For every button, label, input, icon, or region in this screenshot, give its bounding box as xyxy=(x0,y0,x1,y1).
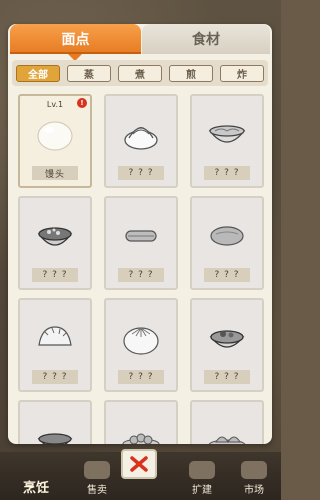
dumpling-icon xyxy=(20,314,90,362)
baozi-icon xyxy=(106,314,176,362)
recipe-card[interactable] xyxy=(18,400,92,444)
filter-steam-button[interactable]: 蒸 xyxy=(67,64,111,82)
filter-boil-label: 煮 xyxy=(135,69,145,81)
sell-nav-label: 售卖 xyxy=(87,485,107,496)
recipe-card[interactable]: ? ? ? xyxy=(104,298,178,392)
tab-ingredients[interactable]: 食材 xyxy=(142,24,270,54)
filter-all-label: 全部 xyxy=(28,69,48,81)
filter-pan-fry-button[interactable]: 煎 xyxy=(169,64,213,82)
recipe-name: ? ? ? xyxy=(204,268,250,282)
recipe-card[interactable]: ? ? ? xyxy=(18,298,92,392)
recipe-card[interactable]: ? ? ? xyxy=(190,94,264,188)
close-icon xyxy=(130,456,148,472)
recipe-name: 馒头 xyxy=(32,166,78,180)
filter-pan-fry-label: 煎 xyxy=(186,69,196,81)
rice-bowl-icon xyxy=(20,212,90,260)
recipe-card[interactable] xyxy=(104,400,178,444)
expand-icon xyxy=(189,461,215,479)
recipe-name: ? ? ? xyxy=(32,370,78,384)
filter-deep-fry-button[interactable]: 炸 xyxy=(220,64,264,82)
recipe-card[interactable]: ? ? ? xyxy=(190,298,264,392)
filter-bar: 全部 蒸 煮 煎 炸 xyxy=(12,60,268,86)
bowl-icon xyxy=(20,416,90,444)
expand-nav-button[interactable]: 扩建 xyxy=(175,456,229,496)
cook-nav-button[interactable]: 烹饪 xyxy=(4,456,68,496)
tab-ingredients-label: 食材 xyxy=(192,32,220,48)
flatbread-icon xyxy=(192,212,262,260)
tab-pastry-label: 面点 xyxy=(61,32,90,48)
recipe-card[interactable]: ? ? ? xyxy=(190,196,264,290)
cook-nav-label: 烹饪 xyxy=(22,481,49,496)
recipe-name: ? ? ? xyxy=(32,268,78,282)
recipe-card[interactable]: ? ? ? xyxy=(104,94,178,188)
wonton-plate-icon xyxy=(192,416,262,444)
new-badge: ! xyxy=(77,98,87,108)
tab-pastry[interactable]: 面点 xyxy=(10,24,141,61)
close-button[interactable] xyxy=(121,449,157,479)
recipe-card[interactable] xyxy=(190,400,264,444)
expand-nav-label: 扩建 xyxy=(192,485,212,496)
recipe-card[interactable]: Lv.1 ! 馒头 xyxy=(18,94,92,188)
recipe-card[interactable]: ? ? ? xyxy=(18,196,92,290)
filter-boil-button[interactable]: 煮 xyxy=(118,64,162,82)
noodle-bowl-icon xyxy=(192,110,262,158)
recipe-name: ? ? ? xyxy=(118,268,164,282)
pastry-plate-icon xyxy=(106,416,176,444)
recipe-name: ? ? ? xyxy=(204,370,250,384)
swirl-bun-icon xyxy=(106,110,176,158)
recipe-card[interactable]: ? ? ? xyxy=(104,196,178,290)
filter-deep-fry-label: 炸 xyxy=(237,69,247,81)
recipe-name: ? ? ? xyxy=(118,166,164,180)
recipe-grid: Lv.1 ! 馒头 ? ? ? ? ? ? ? ? ? ? ? ? ? ? ? … xyxy=(14,94,266,444)
filter-all-button[interactable]: 全部 xyxy=(16,64,60,82)
market-nav-button[interactable]: 市场 xyxy=(227,456,281,496)
mantou-icon xyxy=(20,110,90,158)
market-nav-label: 市场 xyxy=(244,485,264,496)
sell-nav-button[interactable]: 售卖 xyxy=(70,456,124,496)
market-icon xyxy=(241,461,267,479)
recipe-name: ? ? ? xyxy=(118,370,164,384)
soup-bowl-icon xyxy=(192,314,262,362)
fried-dough-stick-icon xyxy=(106,212,176,260)
filter-steam-label: 蒸 xyxy=(84,69,94,81)
recipe-name: ? ? ? xyxy=(204,166,250,180)
recipe-panel: 面点 食材 全部 蒸 煮 煎 炸 Lv.1 ! 馒头 ? ? ? ? ? ? ?… xyxy=(8,24,272,444)
sell-icon xyxy=(84,461,110,479)
